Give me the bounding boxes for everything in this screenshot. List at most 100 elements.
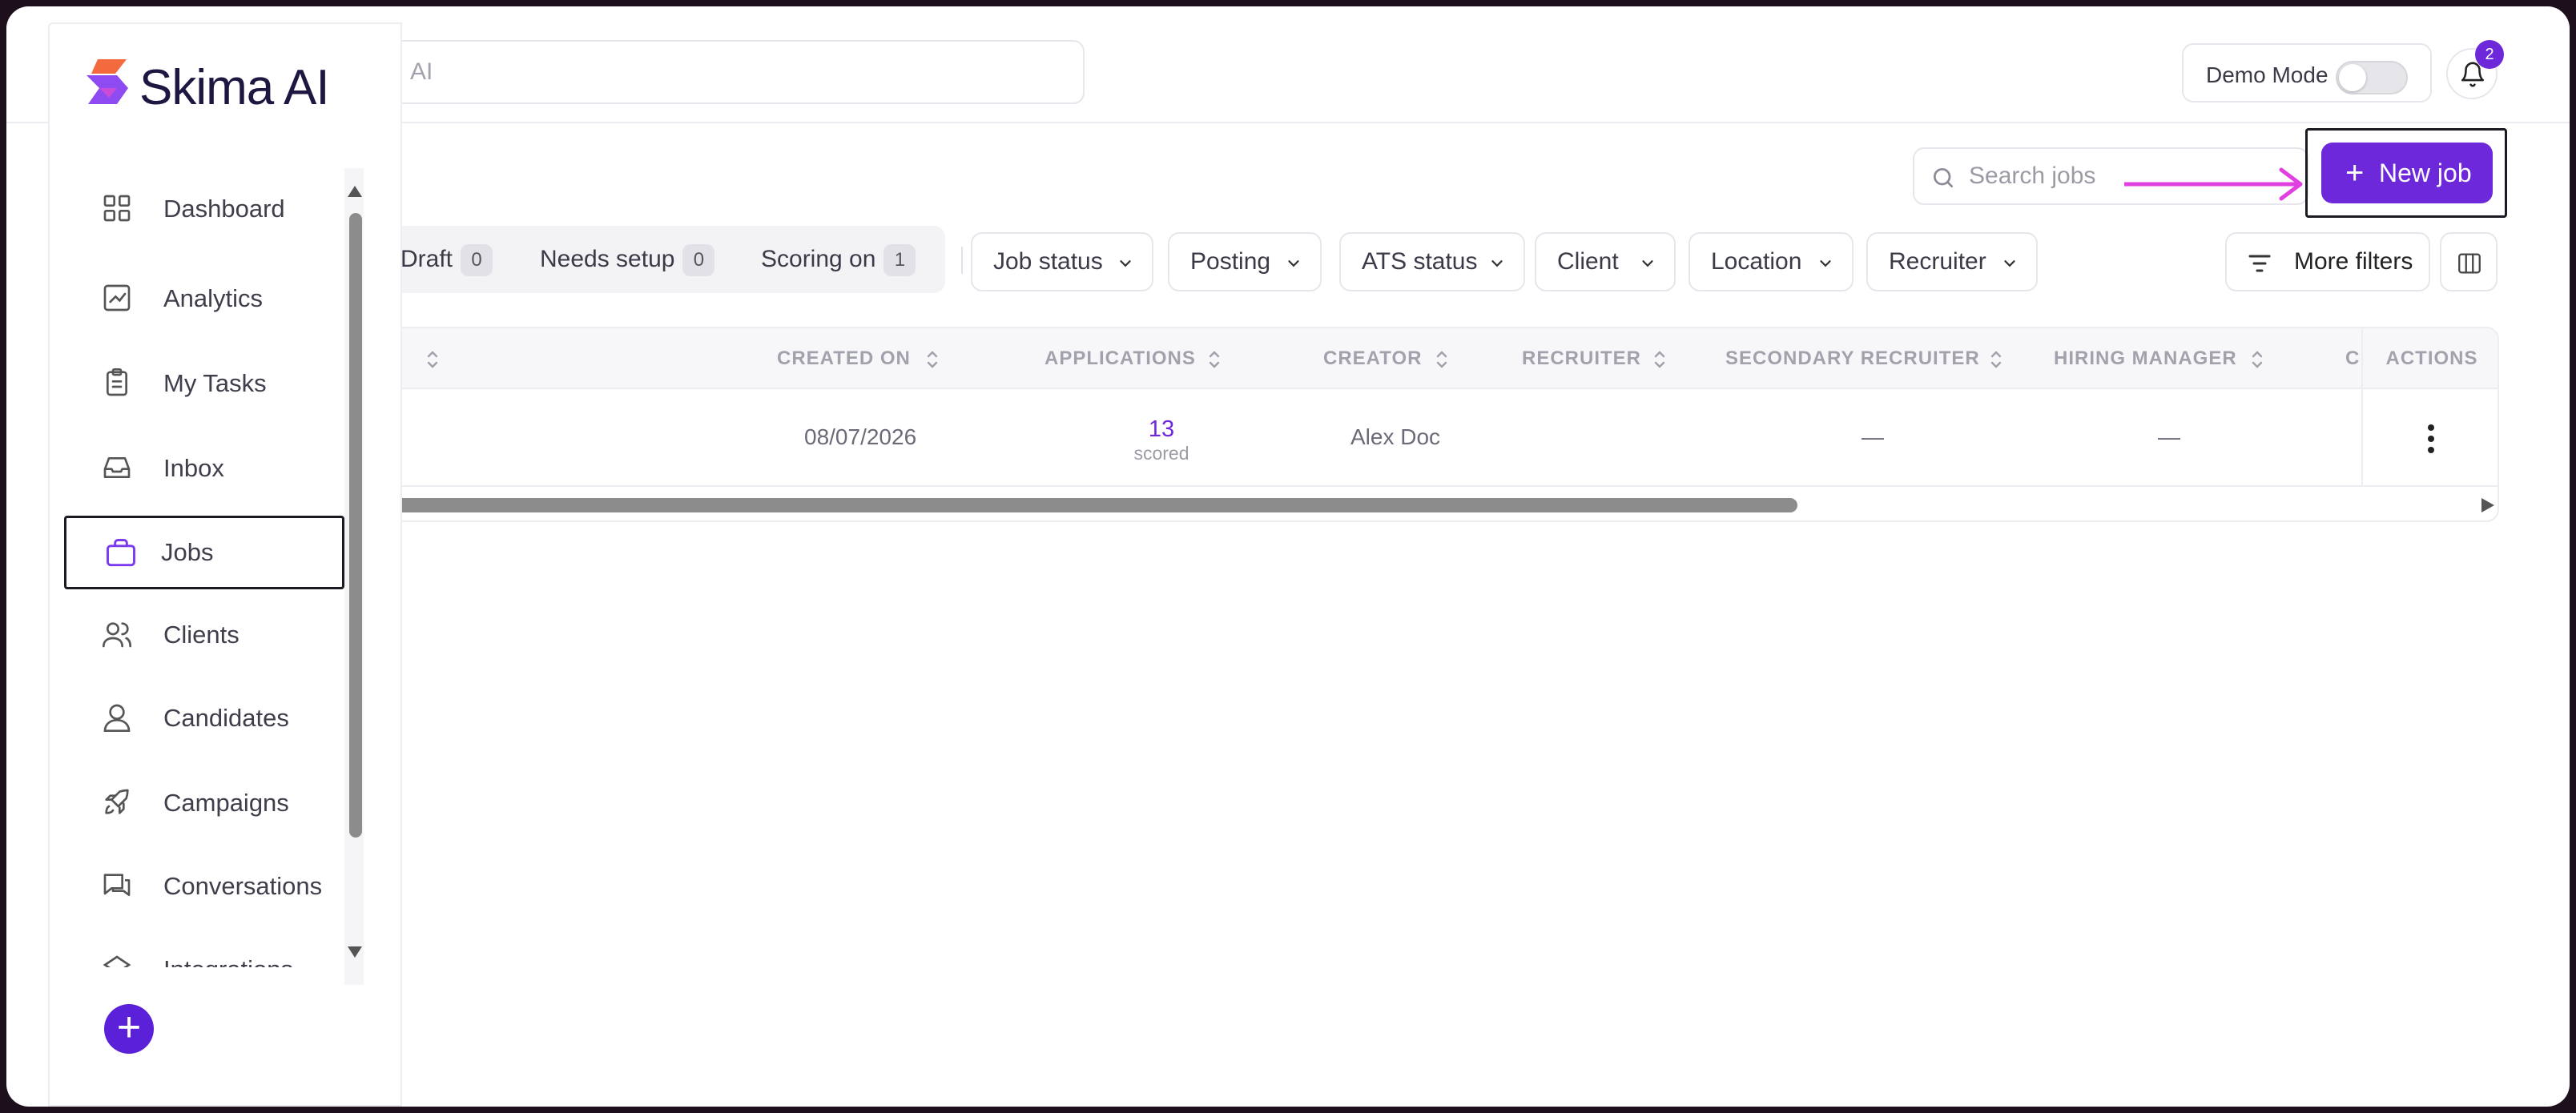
filter-label: Location — [1711, 248, 1802, 275]
sidebar-scrollbar[interactable] — [349, 213, 362, 838]
filter-recruiter[interactable]: Recruiter — [1866, 232, 2038, 291]
divider — [336, 485, 2498, 487]
sidebar-item-label: Conversations — [163, 872, 323, 900]
column-header-creator[interactable]: CREATOR — [1323, 328, 1422, 389]
filter-ats-status[interactable]: ATS status — [1339, 232, 1525, 291]
demo-mode-toggle[interactable] — [2336, 61, 2408, 94]
user-icon — [103, 704, 131, 732]
cell-created-on: 08/07/2026 — [804, 424, 917, 449]
sidebar-item-conversations[interactable]: Conversations — [59, 852, 336, 921]
toggle-knob — [2339, 64, 2366, 91]
new-job-label: New job — [2379, 159, 2472, 187]
sidebar-item-label: Analytics — [163, 284, 264, 312]
tab-label: Scoring on — [761, 246, 876, 272]
column-header-secondary-recruiter[interactable]: SECONDARY RECRUITER — [1725, 328, 1980, 389]
sidebar-item-jobs[interactable]: Jobs — [64, 516, 344, 589]
sidebar-item-campaigns[interactable]: Campaigns — [59, 769, 336, 838]
column-header-created-on[interactable]: CREATED ON — [777, 328, 911, 389]
applications-count[interactable]: 13 — [1105, 416, 1218, 443]
column-header-truncated[interactable]: C — [2345, 328, 2360, 389]
demo-mode-label: Demo Mode — [2206, 62, 2328, 87]
tab-needs-setup[interactable]: Needs setup 0 — [540, 226, 715, 293]
sidebar-item-candidates[interactable]: Candidates — [59, 684, 336, 753]
applications-sub: scored — [1133, 443, 1189, 464]
sidebar-item-my-tasks[interactable]: My Tasks — [59, 349, 336, 418]
chevron-down-icon — [1820, 260, 1831, 267]
row-actions-menu-icon[interactable] — [2419, 423, 2443, 455]
cell-applications[interactable]: 13 scored — [1105, 389, 1218, 485]
search-icon — [1934, 168, 1953, 187]
tab-count: 1 — [883, 244, 916, 277]
tab-count: 0 — [682, 244, 715, 277]
filter-lines-icon — [2248, 255, 2271, 272]
plus-icon: + — [2345, 155, 2365, 191]
sidebar-item-inbox[interactable]: Inbox — [59, 434, 336, 503]
sidebar-item-analytics[interactable]: Analytics — [59, 264, 336, 333]
rocket-icon — [105, 789, 129, 814]
new-job-button[interactable]: + New job — [2321, 143, 2493, 203]
add-button[interactable]: + — [104, 1004, 154, 1054]
status-tabs: Draft 0 Needs setup 0 Scoring on 1 — [359, 226, 945, 293]
chat-icon — [103, 874, 131, 896]
sidebar-item-dashboard[interactable]: Dashboard — [59, 175, 336, 243]
sidebar-item-label: Candidates — [163, 704, 289, 732]
sort-icon[interactable] — [1208, 349, 1221, 370]
sort-icon[interactable] — [1653, 349, 1666, 370]
sidebar-item-label: Inbox — [163, 454, 224, 482]
filter-label: Recruiter — [1889, 248, 1986, 275]
annotation-arrow — [2124, 167, 2303, 201]
sidebar-item-label: Jobs — [161, 538, 214, 566]
tab-label: Draft — [400, 246, 453, 272]
sort-icon[interactable] — [2251, 349, 2264, 370]
chevron-down-icon — [1642, 260, 1653, 267]
briefcase-icon — [107, 539, 135, 567]
sort-icon[interactable] — [426, 349, 439, 370]
actions-column: ACTIONS — [2361, 328, 2498, 485]
sort-icon[interactable] — [926, 349, 939, 370]
sort-icon[interactable] — [1990, 349, 2002, 370]
cell-creator: Alex Doc — [1350, 424, 1441, 449]
tab-draft[interactable]: Draft 0 — [400, 226, 493, 293]
scroll-right-arrow-icon[interactable] — [2480, 496, 2496, 514]
divider — [961, 247, 963, 274]
cell-secondary-recruiter: — — [1862, 424, 1884, 449]
cell-hiring-manager: — — [2158, 424, 2180, 449]
columns-toggle-button[interactable] — [2440, 232, 2498, 291]
sidebar-item-label: Dashboard — [163, 195, 285, 223]
filter-label: Job status — [993, 248, 1103, 275]
notification-count-badge: 2 — [2475, 40, 2504, 69]
column-header-hiring-manager[interactable]: HIRING MANAGER — [2054, 328, 2237, 389]
filter-location[interactable]: Location — [1688, 232, 1854, 291]
more-filters-button[interactable]: More filters — [2225, 232, 2430, 291]
filter-label: ATS status — [1362, 248, 1478, 275]
filter-label: Client — [1557, 248, 1619, 275]
global-search-input[interactable]: AI — [319, 40, 1085, 104]
app-window: AI Demo Mode 2 + New job Draft 0 Needs se… — [6, 6, 2570, 1107]
more-filters-label: More filters — [2294, 248, 2413, 275]
sidebar-item-label: Campaigns — [163, 789, 289, 817]
skima-logo-icon — [87, 59, 128, 104]
demo-mode-control: Demo Mode — [2182, 43, 2432, 102]
filter-client[interactable]: Client — [1535, 232, 1676, 291]
horizontal-scrollbar[interactable] — [336, 498, 1797, 512]
sidebar-item-integrations[interactable]: Integrations — [59, 935, 336, 967]
columns-icon — [2458, 253, 2481, 274]
chevron-down-icon — [1288, 260, 1299, 267]
scroll-down-arrow-icon[interactable] — [346, 945, 364, 959]
filter-posting[interactable]: Posting — [1168, 232, 1322, 291]
jobs-table: CREATED ON APPLICATIONS CREATOR RECRUITE… — [335, 327, 2499, 522]
filter-job-status[interactable]: Job status — [971, 232, 1153, 291]
tab-scoring-on[interactable]: Scoring on 1 — [761, 226, 916, 293]
table-header: CREATED ON APPLICATIONS CREATOR RECRUITE… — [336, 328, 2498, 389]
grid-icon — [103, 195, 131, 222]
sidebar-item-label: My Tasks — [163, 369, 267, 397]
filter-label: Posting — [1190, 248, 1271, 275]
scroll-up-arrow-icon[interactable] — [346, 184, 364, 199]
chevron-down-icon — [1120, 260, 1131, 267]
sort-icon[interactable] — [1435, 349, 1448, 370]
column-header-applications[interactable]: APPLICATIONS — [1044, 328, 1196, 389]
sidebar-item-clients[interactable]: Clients — [59, 601, 336, 669]
tab-count: 0 — [461, 244, 493, 277]
column-header-recruiter[interactable]: RECRUITER — [1522, 328, 1641, 389]
chevron-down-icon — [2004, 260, 2015, 267]
